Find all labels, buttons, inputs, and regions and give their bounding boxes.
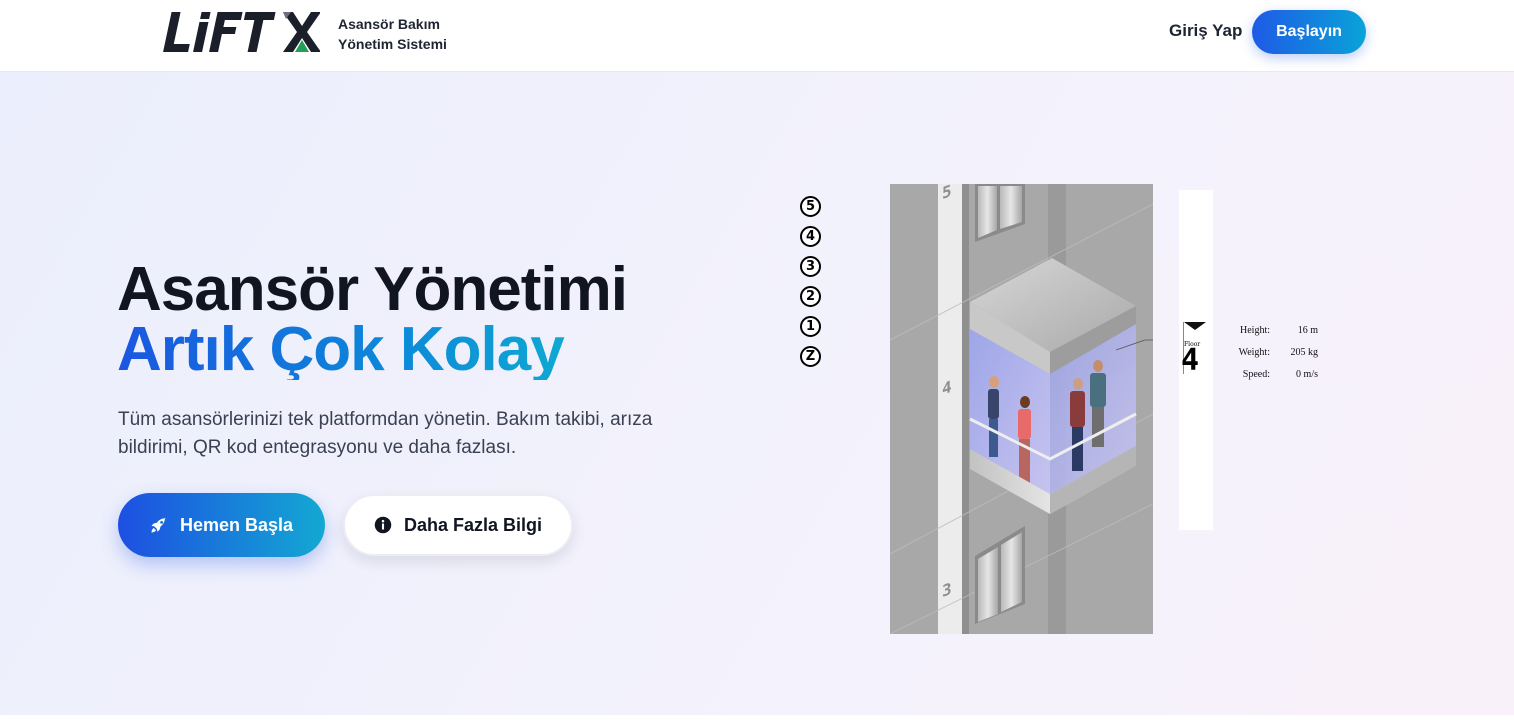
hero-title: Asansör Yönetimi Artık Çok Kolay	[117, 255, 628, 381]
stat-weight-label: Weight:	[1238, 346, 1270, 358]
lower-door-left	[978, 547, 998, 622]
stat-speed: Speed: 0 m/s	[1222, 363, 1318, 385]
liftx-logo[interactable]	[158, 10, 320, 54]
floor-button-3[interactable]: 3	[800, 256, 821, 277]
login-link[interactable]: Giriş Yap	[1169, 21, 1242, 41]
floor-button-2[interactable]: 2	[800, 286, 821, 307]
upper-door-right	[1000, 186, 1022, 229]
stat-height-label: Height:	[1240, 324, 1270, 336]
hero-section	[0, 72, 1514, 715]
hero-description: Tüm asansörlerinizi tek platformdan yöne…	[118, 409, 653, 458]
lower-door-right	[1001, 532, 1022, 612]
floor-button-ground[interactable]: Z	[800, 346, 821, 367]
stat-speed-value: 0 m/s	[1296, 368, 1318, 380]
tagline-line1: Asansör Bakım	[338, 16, 440, 32]
site-header: Asansör Bakım Yönetim Sistemi Giriş Yap …	[0, 0, 1514, 72]
get-started-button[interactable]: Başlayın	[1252, 10, 1366, 54]
stat-weight: Weight: 205 kg	[1222, 341, 1318, 363]
learn-more-button[interactable]: Daha Fazla Bilgi	[343, 494, 573, 556]
stat-height: Height: 16 m	[1222, 319, 1318, 341]
start-now-button[interactable]: Hemen Başla	[118, 493, 325, 557]
elevator-stats: Height: 16 m Weight: 205 kg Speed: 0 m/s	[1222, 319, 1318, 385]
floor-button-5[interactable]: 5	[800, 196, 821, 217]
down-arrow-icon	[1184, 322, 1206, 330]
stat-height-value: 16 m	[1297, 324, 1318, 336]
tagline-line2: Yönetim Sistemi	[338, 36, 447, 52]
info-circle-icon	[374, 516, 392, 534]
learn-more-label: Daha Fazla Bilgi	[403, 514, 543, 535]
start-now-label: Hemen Başla	[179, 514, 294, 535]
floor-button-4[interactable]: 4	[800, 226, 821, 247]
hero-title-line1: Asansör Yönetimi	[117, 255, 628, 324]
rocket-icon	[150, 516, 168, 534]
section-divider	[0, 715, 1514, 725]
header-tagline: Asansör Bakım Yönetim Sistemi	[338, 14, 447, 54]
shaft-rail-shadow	[962, 184, 969, 634]
current-floor-digit: 4	[1181, 343, 1200, 378]
hero-title-line2: Artık Çok Kolay	[117, 319, 627, 381]
upper-door-left	[978, 186, 997, 238]
shaft-rail-light	[938, 184, 962, 634]
stat-speed-label: Speed:	[1242, 368, 1270, 380]
floor-button-1[interactable]: 1	[800, 316, 821, 337]
shaft-floor-number-3: 3	[942, 579, 952, 601]
stat-weight-value: 205 kg	[1290, 346, 1319, 358]
elevator-illustration: 5 4 3	[890, 184, 1153, 634]
shaft-floor-number-4: 4	[942, 377, 952, 399]
